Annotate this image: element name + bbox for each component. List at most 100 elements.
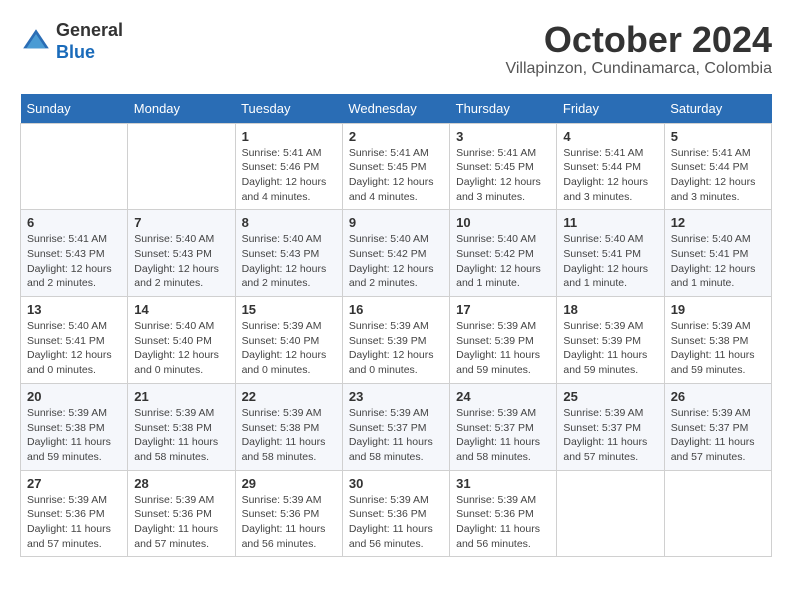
location: Villapinzon, Cundinamarca, Colombia [505,60,772,78]
day-number: 9 [349,215,443,230]
day-info: Sunrise: 5:40 AM Sunset: 5:43 PM Dayligh… [242,232,336,291]
day-cell: 12 Sunrise: 5:40 AM Sunset: 5:41 PM Dayli… [664,210,771,297]
day-number: 17 [456,302,550,317]
week-row-3: 13Sunrise: 5:40 AM Sunset: 5:41 PM Dayli… [21,297,772,384]
day-info: Sunrise: 5:39 AM Sunset: 5:38 PM Dayligh… [134,406,228,465]
day-cell: 22 Sunrise: 5:39 AM Sunset: 5:38 PM Dayli… [235,383,342,470]
day-cell: 30Sunrise: 5:39 AM Sunset: 5:36 PM Dayli… [342,470,449,557]
day-info: Sunrise: 5:39 AM Sunset: 5:38 PM Dayligh… [242,406,336,465]
day-number: 15 [242,302,336,317]
week-row-2: 6 Sunrise: 5:41 AM Sunset: 5:43 PM Daylig… [21,210,772,297]
day-cell: 19Sunrise: 5:39 AM Sunset: 5:38 PM Dayli… [664,297,771,384]
calendar-table: SundayMondayTuesdayWednesdayThursdayFrid… [20,94,772,558]
day-number: 3 [456,129,550,144]
day-info: Sunrise: 5:39 AM Sunset: 5:37 PM Dayligh… [671,406,765,465]
day-cell: 20 Sunrise: 5:39 AM Sunset: 5:38 PM Dayli… [21,383,128,470]
weekday-header-monday: Monday [128,94,235,124]
day-number: 12 [671,215,765,230]
day-cell: 21Sunrise: 5:39 AM Sunset: 5:38 PM Dayli… [128,383,235,470]
day-cell: 31Sunrise: 5:39 AM Sunset: 5:36 PM Dayli… [450,470,557,557]
day-cell: 1 Sunrise: 5:41 AM Sunset: 5:46 PM Daylig… [235,123,342,210]
day-number: 28 [134,476,228,491]
day-info: Sunrise: 5:41 AM Sunset: 5:44 PM Dayligh… [563,146,657,205]
day-number: 11 [563,215,657,230]
day-number: 23 [349,389,443,404]
day-info: Sunrise: 5:41 AM Sunset: 5:43 PM Dayligh… [27,232,121,291]
day-number: 25 [563,389,657,404]
day-info: Sunrise: 5:39 AM Sunset: 5:39 PM Dayligh… [563,319,657,378]
title-section: October 2024 Villapinzon, Cundinamarca, … [505,20,772,78]
day-cell: 24Sunrise: 5:39 AM Sunset: 5:37 PM Dayli… [450,383,557,470]
day-cell: 29 Sunrise: 5:39 AM Sunset: 5:36 PM Dayli… [235,470,342,557]
day-number: 10 [456,215,550,230]
page-header: General Blue October 2024 Villapinzon, C… [20,20,772,78]
day-info: Sunrise: 5:39 AM Sunset: 5:39 PM Dayligh… [456,319,550,378]
day-number: 8 [242,215,336,230]
day-info: Sunrise: 5:41 AM Sunset: 5:45 PM Dayligh… [456,146,550,205]
weekday-header-wednesday: Wednesday [342,94,449,124]
logo: General Blue [20,20,123,63]
day-number: 19 [671,302,765,317]
day-cell: 2Sunrise: 5:41 AM Sunset: 5:45 PM Daylig… [342,123,449,210]
day-cell: 15Sunrise: 5:39 AM Sunset: 5:40 PM Dayli… [235,297,342,384]
weekday-header-saturday: Saturday [664,94,771,124]
day-cell: 16Sunrise: 5:39 AM Sunset: 5:39 PM Dayli… [342,297,449,384]
day-cell: 9 Sunrise: 5:40 AM Sunset: 5:42 PM Daylig… [342,210,449,297]
week-row-4: 20 Sunrise: 5:39 AM Sunset: 5:38 PM Dayli… [21,383,772,470]
day-cell: 8 Sunrise: 5:40 AM Sunset: 5:43 PM Daylig… [235,210,342,297]
day-info: Sunrise: 5:39 AM Sunset: 5:36 PM Dayligh… [134,493,228,552]
weekday-header-sunday: Sunday [21,94,128,124]
day-number: 30 [349,476,443,491]
day-cell: 3 Sunrise: 5:41 AM Sunset: 5:45 PM Daylig… [450,123,557,210]
day-info: Sunrise: 5:40 AM Sunset: 5:41 PM Dayligh… [671,232,765,291]
week-row-5: 27 Sunrise: 5:39 AM Sunset: 5:36 PM Dayli… [21,470,772,557]
day-number: 29 [242,476,336,491]
day-info: Sunrise: 5:41 AM Sunset: 5:46 PM Dayligh… [242,146,336,205]
day-number: 27 [27,476,121,491]
day-cell: 11 Sunrise: 5:40 AM Sunset: 5:41 PM Dayli… [557,210,664,297]
day-cell [664,470,771,557]
day-info: Sunrise: 5:39 AM Sunset: 5:37 PM Dayligh… [349,406,443,465]
day-number: 18 [563,302,657,317]
day-cell: 17 Sunrise: 5:39 AM Sunset: 5:39 PM Dayli… [450,297,557,384]
logo-text: General Blue [56,20,123,63]
day-info: Sunrise: 5:39 AM Sunset: 5:38 PM Dayligh… [27,406,121,465]
day-cell [21,123,128,210]
day-cell: 4 Sunrise: 5:41 AM Sunset: 5:44 PM Daylig… [557,123,664,210]
day-cell: 10 Sunrise: 5:40 AM Sunset: 5:42 PM Dayli… [450,210,557,297]
day-cell: 23 Sunrise: 5:39 AM Sunset: 5:37 PM Dayli… [342,383,449,470]
day-info: Sunrise: 5:41 AM Sunset: 5:45 PM Dayligh… [349,146,443,205]
day-number: 20 [27,389,121,404]
day-cell: 13Sunrise: 5:40 AM Sunset: 5:41 PM Dayli… [21,297,128,384]
day-cell: 25 Sunrise: 5:39 AM Sunset: 5:37 PM Dayli… [557,383,664,470]
day-cell: 6 Sunrise: 5:41 AM Sunset: 5:43 PM Daylig… [21,210,128,297]
day-info: Sunrise: 5:40 AM Sunset: 5:40 PM Dayligh… [134,319,228,378]
day-info: Sunrise: 5:39 AM Sunset: 5:37 PM Dayligh… [563,406,657,465]
day-info: Sunrise: 5:39 AM Sunset: 5:36 PM Dayligh… [242,493,336,552]
day-info: Sunrise: 5:40 AM Sunset: 5:43 PM Dayligh… [134,232,228,291]
day-cell: 18 Sunrise: 5:39 AM Sunset: 5:39 PM Dayli… [557,297,664,384]
day-number: 7 [134,215,228,230]
day-number: 1 [242,129,336,144]
day-number: 24 [456,389,550,404]
day-info: Sunrise: 5:40 AM Sunset: 5:41 PM Dayligh… [563,232,657,291]
logo-icon [20,26,52,58]
day-info: Sunrise: 5:40 AM Sunset: 5:42 PM Dayligh… [456,232,550,291]
day-info: Sunrise: 5:40 AM Sunset: 5:42 PM Dayligh… [349,232,443,291]
day-number: 4 [563,129,657,144]
day-info: Sunrise: 5:39 AM Sunset: 5:36 PM Dayligh… [27,493,121,552]
day-cell: 28 Sunrise: 5:39 AM Sunset: 5:36 PM Dayli… [128,470,235,557]
weekday-header-row: SundayMondayTuesdayWednesdayThursdayFrid… [21,94,772,124]
weekday-header-thursday: Thursday [450,94,557,124]
weekday-header-friday: Friday [557,94,664,124]
day-info: Sunrise: 5:40 AM Sunset: 5:41 PM Dayligh… [27,319,121,378]
day-number: 14 [134,302,228,317]
day-info: Sunrise: 5:41 AM Sunset: 5:44 PM Dayligh… [671,146,765,205]
day-number: 6 [27,215,121,230]
day-cell: 7 Sunrise: 5:40 AM Sunset: 5:43 PM Daylig… [128,210,235,297]
day-cell: 5Sunrise: 5:41 AM Sunset: 5:44 PM Daylig… [664,123,771,210]
day-cell: 27 Sunrise: 5:39 AM Sunset: 5:36 PM Dayli… [21,470,128,557]
day-number: 22 [242,389,336,404]
day-cell: 14 Sunrise: 5:40 AM Sunset: 5:40 PM Dayli… [128,297,235,384]
day-cell [557,470,664,557]
